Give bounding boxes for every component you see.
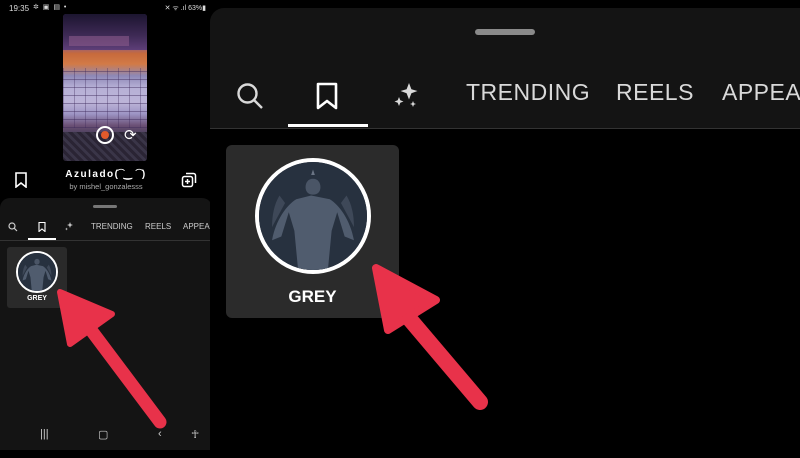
capture-button[interactable] — [96, 126, 114, 144]
bookmark-icon[interactable] — [38, 222, 46, 232]
search-icon[interactable] — [8, 222, 18, 232]
tab-appearance[interactable]: APPEAR — [183, 222, 212, 231]
effect-thumbnail — [255, 158, 371, 274]
bookmark-icon[interactable] — [316, 82, 338, 110]
sheet-handle[interactable] — [93, 205, 117, 208]
status-icons: ✲ ▣ ▤ • — [33, 4, 68, 11]
add-to-story-icon[interactable] — [181, 172, 197, 188]
saved-effect-label: GREY — [288, 287, 337, 306]
camera-preview: ⟳ — [63, 14, 147, 161]
flip-camera-icon[interactable]: ⟳ — [124, 126, 137, 144]
sparkles-icon[interactable] — [392, 80, 422, 112]
back-icon[interactable]: ‹ — [158, 428, 162, 440]
accessibility-icon[interactable]: ☥ — [191, 428, 199, 441]
tab-trending[interactable]: TRENDING — [91, 222, 133, 231]
status-time: 19:35 — [9, 4, 30, 13]
tab-reels[interactable]: REELS — [616, 79, 694, 106]
status-right-icons: ✕ ᯤ .ıl 63%▮ — [164, 5, 206, 12]
active-tab-indicator — [288, 124, 368, 127]
system-nav-bar: ||| ▢ ‹ ☥ — [0, 428, 212, 446]
effects-tab-bar: TRENDING REELS APPEAR — [0, 214, 212, 240]
home-icon[interactable]: ▢ — [98, 428, 108, 441]
tab-reels[interactable]: REELS — [145, 222, 171, 231]
saved-effect-card[interactable]: GREY — [7, 247, 67, 308]
effects-tab-bar-zoomed: TRENDING REELS APPEAR — [210, 70, 800, 127]
tab-trending[interactable]: TRENDING — [466, 79, 590, 106]
sparkles-icon[interactable] — [64, 221, 75, 232]
angel-statue-image — [18, 253, 56, 291]
recents-icon[interactable]: ||| — [40, 428, 49, 440]
saved-effect-label: GREY — [27, 295, 47, 302]
saved-effect-card-zoomed[interactable]: GREY — [226, 145, 399, 318]
search-icon[interactable] — [236, 82, 264, 110]
tab-appearance[interactable]: APPEAR — [722, 79, 800, 106]
sheet-handle[interactable] — [475, 29, 535, 35]
effect-thumbnail — [16, 251, 58, 293]
phone-screen: 19:35 ✲ ▣ ▤ • ✕ ᯤ .ıl 63%▮ ⟳ Azulado(͡ ‿… — [0, 0, 212, 450]
angel-statue-image — [259, 162, 367, 270]
